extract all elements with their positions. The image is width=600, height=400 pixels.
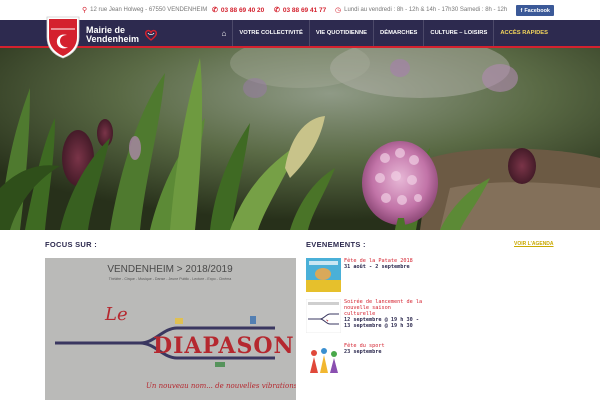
- event-item[interactable]: Fête de la Patate 2018 31 août - 2 septe…: [306, 258, 556, 294]
- coat-of-arms-logo[interactable]: [45, 15, 81, 59]
- saison-culturelle-poster: ϟ: [306, 299, 341, 333]
- focus-banner[interactable]: VENDENHEIM > 2018/2019 Théâtre - Cirque …: [45, 258, 296, 400]
- opening-hours-text: Lundi au vendredi : 8h - 12h & 14h - 17h…: [344, 7, 508, 13]
- event-date: 12 septembre @ 19 h 30 - 13 septembre @ …: [344, 317, 419, 329]
- address: ⚲ 12 rue Jean Holweg - 67550 VENDENHEIM: [82, 6, 207, 14]
- phone-1[interactable]: ✆ 03 88 69 40 20: [212, 6, 265, 15]
- banner-subheading: Théâtre - Cirque - Musique - Danse - Jeu…: [109, 277, 231, 281]
- banner-word-le: Le: [104, 304, 128, 325]
- nav-acces-rapides[interactable]: ACCÈS RAPIDES: [493, 20, 554, 46]
- nav-menu: ⌂ VOTRE COLLECTIVITÉ VIE QUOTIDIENNE DÉM…: [216, 20, 554, 46]
- nav-vie-quotidienne[interactable]: VIE QUOTIDIENNE: [308, 20, 373, 46]
- nav-votre-collectivite[interactable]: VOTRE COLLECTIVITÉ: [232, 20, 308, 46]
- facebook-label: Facebook: [524, 7, 550, 14]
- fax-icon: ✆: [274, 7, 280, 14]
- facebook-icon: f: [520, 7, 523, 14]
- diapason-banner-illustration: VENDENHEIM > 2018/2019 Théâtre - Cirque …: [45, 258, 296, 400]
- events-section-title: EVENEMENTS :: [306, 240, 366, 249]
- focus-section-title: FOCUS SUR :: [45, 240, 98, 249]
- hero-image: [0, 48, 600, 230]
- clock-icon: ◷: [335, 7, 342, 14]
- event-item[interactable]: ϟ Soirée de lancement de la nouvelle sai…: [306, 299, 556, 335]
- event-date: 31 août - 2 septembre: [344, 264, 410, 270]
- view-agenda-link[interactable]: VOIR L'AGENDA: [514, 241, 554, 247]
- address-text: 12 rue Jean Holweg - 67550 VENDENHEIM: [90, 7, 208, 13]
- svg-text:ϟ: ϟ: [326, 318, 329, 323]
- event-thumbnail[interactable]: [306, 343, 341, 377]
- event-item[interactable]: Fête du sport 23 septembre: [306, 343, 556, 379]
- banner-tagline: Un nouveau nom... de nouvelles vibration…: [146, 382, 296, 390]
- opening-hours: ◷ Lundi au vendredi : 8h - 12h & 14h - 1…: [335, 6, 507, 14]
- home-icon[interactable]: ⌂: [216, 20, 233, 46]
- map-pin-icon: ⚲: [82, 7, 88, 14]
- site-title-line2: Vendenheim: [86, 34, 140, 44]
- event-title[interactable]: Soirée de lancement de la nouvelle saiso…: [344, 299, 424, 317]
- banner-heading: VENDENHEIM > 2018/2019: [107, 264, 233, 275]
- phone-1-text: 03 88 69 40 20: [220, 6, 265, 14]
- fete-du-sport-poster: [306, 343, 341, 377]
- top-info-bar: ⚲ 12 rue Jean Holweg - 67550 VENDENHEIM …: [0, 0, 600, 20]
- heart-logo-icon: [144, 29, 158, 41]
- site-title[interactable]: Mairie de Vendenheim: [86, 26, 139, 44]
- facebook-button[interactable]: f Facebook: [516, 5, 554, 16]
- banner-word-diapason: DIAPASON: [153, 333, 295, 359]
- hyacinth-garden-photo: [0, 48, 600, 230]
- patate-festival-poster: [306, 258, 341, 292]
- event-date: 23 septembre: [344, 349, 382, 355]
- nav-culture-loisirs[interactable]: CULTURE – LOISIRS: [423, 20, 493, 46]
- event-thumbnail[interactable]: ϟ: [306, 299, 341, 333]
- phone-2[interactable]: ✆ 03 88 69 41 77: [274, 6, 327, 15]
- phone-icon: ✆: [212, 7, 218, 14]
- nav-demarches[interactable]: DÉMARCHES: [373, 20, 423, 46]
- phone-2-text: 03 88 69 41 77: [282, 6, 327, 14]
- event-thumbnail[interactable]: [306, 258, 341, 292]
